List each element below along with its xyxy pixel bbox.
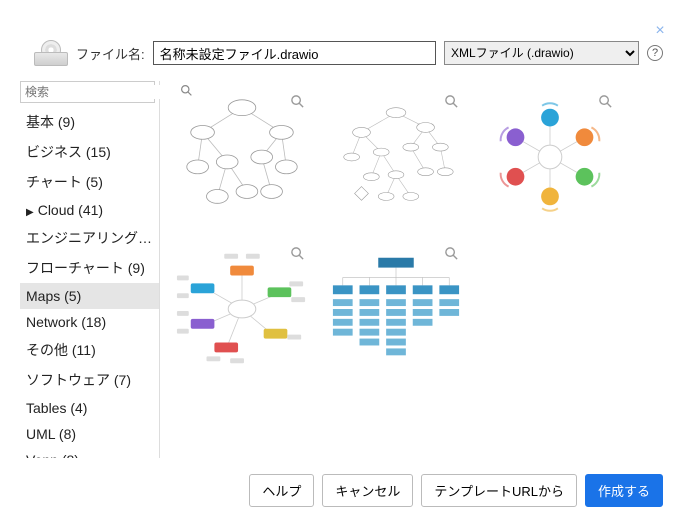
create-button[interactable]: 作成する bbox=[585, 474, 663, 507]
disk-icon bbox=[34, 40, 68, 66]
category-item[interactable]: その他 (11) bbox=[20, 335, 159, 365]
filename-label: ファイル名: bbox=[76, 44, 145, 63]
dialog-body: 基本 (9) ビジネス (15) チャート (5) ▶ Cloud (41) エンジニアリ… bbox=[20, 80, 671, 458]
magnify-icon[interactable] bbox=[290, 246, 305, 265]
cancel-button[interactable]: キャンセル bbox=[322, 474, 413, 507]
category-item[interactable]: 基本 (9) bbox=[20, 107, 159, 137]
category-item[interactable]: フローチャート (9) bbox=[20, 253, 159, 283]
category-item[interactable]: Maps (5) bbox=[20, 283, 159, 309]
new-file-dialog: × ファイル名: XMLファイル (.drawio) ? 基本 (9) ビジネス … bbox=[20, 20, 671, 511]
template-concept-map-bubbles[interactable] bbox=[172, 87, 312, 227]
category-label: エンジニアリング ... bbox=[26, 230, 154, 246]
category-item[interactable]: ソフトウェア (7) bbox=[20, 365, 159, 395]
search-box[interactable] bbox=[20, 81, 155, 103]
search-input[interactable] bbox=[25, 85, 180, 99]
template-mind-map-branch-color[interactable] bbox=[172, 239, 312, 379]
template-site-map-tree[interactable] bbox=[326, 239, 466, 379]
category-label: UML (8) bbox=[26, 426, 76, 442]
category-item[interactable]: ▶ Cloud (41) bbox=[20, 197, 159, 223]
template-grid bbox=[172, 87, 667, 379]
format-select[interactable]: XMLファイル (.drawio) bbox=[444, 41, 639, 65]
category-item[interactable]: エンジニアリング ... bbox=[20, 223, 159, 253]
category-list[interactable]: 基本 (9) ビジネス (15) チャート (5) ▶ Cloud (41) エンジニアリ… bbox=[20, 107, 159, 458]
category-item[interactable]: Tables (4) bbox=[20, 395, 159, 421]
category-label: Maps (5) bbox=[26, 288, 81, 304]
category-label: Tables (4) bbox=[26, 400, 87, 416]
category-label: その他 (11) bbox=[26, 342, 96, 358]
magnify-icon[interactable] bbox=[444, 94, 459, 113]
category-label: ソフトウェア (7) bbox=[26, 372, 131, 388]
magnify-icon[interactable] bbox=[598, 94, 613, 113]
category-label: Cloud (41) bbox=[38, 202, 103, 218]
magnify-icon[interactable] bbox=[290, 94, 305, 113]
magnify-icon[interactable] bbox=[444, 246, 459, 265]
filename-input[interactable] bbox=[153, 41, 436, 65]
category-label: ビジネス (15) bbox=[26, 144, 111, 160]
expand-icon: ▶ bbox=[26, 207, 34, 218]
footer: ヘルプ キャンセル テンプレートURLから 作成する bbox=[20, 458, 671, 511]
sidebar: 基本 (9) ビジネス (15) チャート (5) ▶ Cloud (41) エンジニアリ… bbox=[20, 81, 160, 458]
help-button[interactable]: ヘルプ bbox=[249, 474, 314, 507]
category-label: チャート (5) bbox=[26, 174, 103, 190]
header: ファイル名: XMLファイル (.drawio) ? bbox=[20, 20, 671, 80]
category-item[interactable]: Network (18) bbox=[20, 309, 159, 335]
category-item[interactable]: チャート (5) bbox=[20, 167, 159, 197]
template-mind-map-radial-color[interactable] bbox=[480, 87, 620, 227]
category-item[interactable]: UML (8) bbox=[20, 421, 159, 447]
template-concept-map-flow[interactable] bbox=[326, 87, 466, 227]
category-label: フローチャート (9) bbox=[26, 260, 145, 276]
from-url-button[interactable]: テンプレートURLから bbox=[421, 474, 577, 507]
category-label: 基本 (9) bbox=[26, 114, 75, 130]
help-icon[interactable]: ? bbox=[647, 45, 663, 61]
category-item[interactable]: ビジネス (15) bbox=[20, 137, 159, 167]
template-gallery bbox=[160, 81, 671, 458]
category-label: Network (18) bbox=[26, 314, 106, 330]
close-icon[interactable]: × bbox=[651, 22, 669, 40]
category-item[interactable]: Venn (8) bbox=[20, 447, 159, 458]
